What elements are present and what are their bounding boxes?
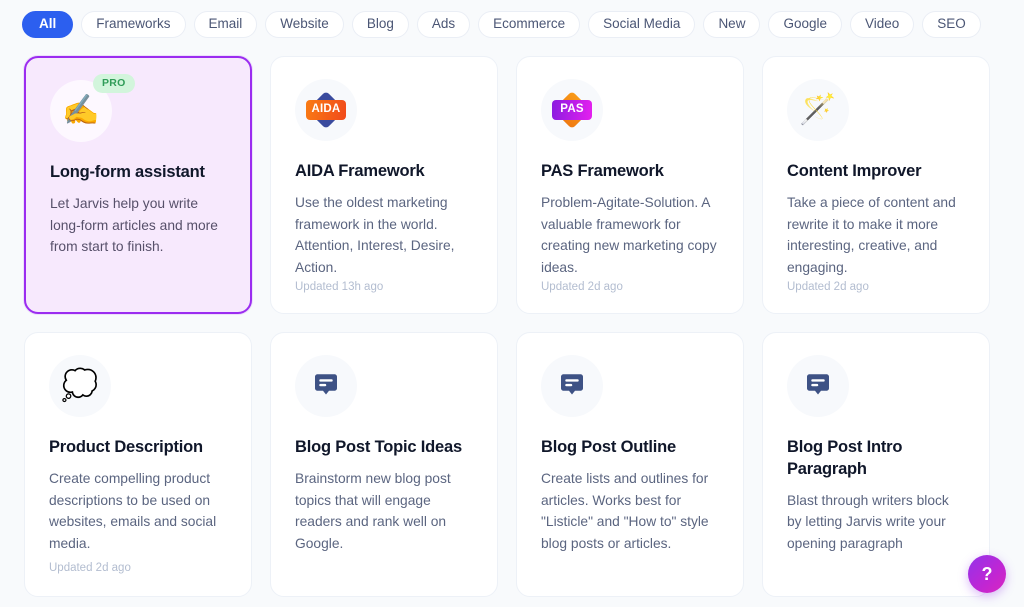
filter-tab-ads[interactable]: Ads [416,10,471,38]
badge-label: PAS [552,100,592,120]
template-card[interactable]: Blog Post Intro Paragraph Blast through w… [762,332,990,597]
card-description: Let Jarvis help you write long-form arti… [50,195,218,255]
card-updated-timestamp: Updated 13h ago [295,281,384,293]
icon-disc [787,355,849,417]
icon-disc: 🪄 [787,79,849,141]
card-title: Blog Post Outline [541,438,677,456]
card-title: Long-form assistant [50,163,205,181]
card-description: Problem-Agitate-Solution. A valuable fra… [541,194,717,276]
card-description: Create compelling product descriptions t… [49,470,217,552]
card-title: Content Improver [787,162,922,180]
filter-tab-video[interactable]: Video [850,10,915,38]
icon-disc [541,355,603,417]
card-icon [541,355,603,417]
icon-disc: 💭 [49,355,111,417]
filter-tab-google[interactable]: Google [768,10,842,38]
filter-tab-bar: All Frameworks Email Website Blog Ads Ecommerc… [0,0,1024,40]
help-button[interactable]: ? [968,555,1006,593]
card-description: Blast through writers block by letting J… [787,492,949,552]
thought-balloon-emoji: 💭 [61,369,99,402]
template-card[interactable]: Blog Post Outline Create lists and outlin… [516,332,744,597]
filter-tab-all[interactable]: All [22,10,74,38]
card-icon: 💭 [49,355,111,417]
filter-tab-frameworks[interactable]: Frameworks [81,10,186,38]
filter-tab-website[interactable]: Website [265,10,344,38]
card-icon [787,355,849,417]
template-card[interactable]: ✍️ PRO Long-form assistant Let Jarvis help … [24,56,252,314]
card-icon: PAS [541,79,603,141]
pas-badge-icon: PAS [552,90,592,130]
card-title: Blog Post Intro Paragraph [787,438,903,478]
speech-bubble-icon [561,374,583,395]
aida-badge-icon: AIDA [306,90,346,130]
template-card[interactable]: 🪄 Content Improver Take a piece of content… [762,56,990,314]
pro-badge: PRO [93,74,135,93]
card-description: Brainstorm new blog post topics that wil… [295,470,451,552]
card-icon: ✍️ PRO [50,74,135,142]
card-description: Create lists and outlines for articles. … [541,470,709,552]
speech-bubble-icon [807,374,829,395]
magic-wand-emoji: 🪄 [799,93,837,126]
card-icon: AIDA [295,79,357,141]
card-description: Take a piece of content and rewrite it t… [787,194,956,276]
icon-disc [295,355,357,417]
filter-tab-seo[interactable]: SEO [922,10,981,38]
template-card[interactable]: 💭 Product Description Create compelling pr… [24,332,252,597]
filter-tab-blog[interactable]: Blog [351,10,409,38]
card-description: Use the oldest marketing framework in th… [295,194,455,276]
card-updated-timestamp: Updated 2d ago [541,281,623,293]
card-updated-timestamp: Updated 2d ago [49,562,131,574]
filter-tab-email[interactable]: Email [193,10,258,38]
template-card[interactable]: AIDA AIDA Framework Use the oldest marketi… [270,56,498,314]
filter-tab-social-media[interactable]: Social Media [588,10,696,38]
icon-disc: PAS [541,79,603,141]
icon-disc: AIDA [295,79,357,141]
template-card-grid: ✍️ PRO Long-form assistant Let Jarvis help … [0,40,1024,597]
badge-label: AIDA [306,100,346,120]
card-title: PAS Framework [541,162,664,180]
template-card[interactable]: Blog Post Topic Ideas Brainstorm new blog… [270,332,498,597]
card-title: Product Description [49,438,203,456]
template-card[interactable]: PAS PAS Framework Problem-Agitate-Solution… [516,56,744,314]
filter-tab-ecommerce[interactable]: Ecommerce [478,10,581,38]
writing-hand-emoji: ✍️ [62,94,100,127]
card-icon [295,355,357,417]
filter-tab-new[interactable]: New [703,10,761,38]
card-icon: 🪄 [787,79,849,141]
card-updated-timestamp: Updated 2d ago [787,281,869,293]
speech-bubble-icon [315,374,337,395]
card-title: Blog Post Topic Ideas [295,438,462,456]
card-title: AIDA Framework [295,162,425,180]
